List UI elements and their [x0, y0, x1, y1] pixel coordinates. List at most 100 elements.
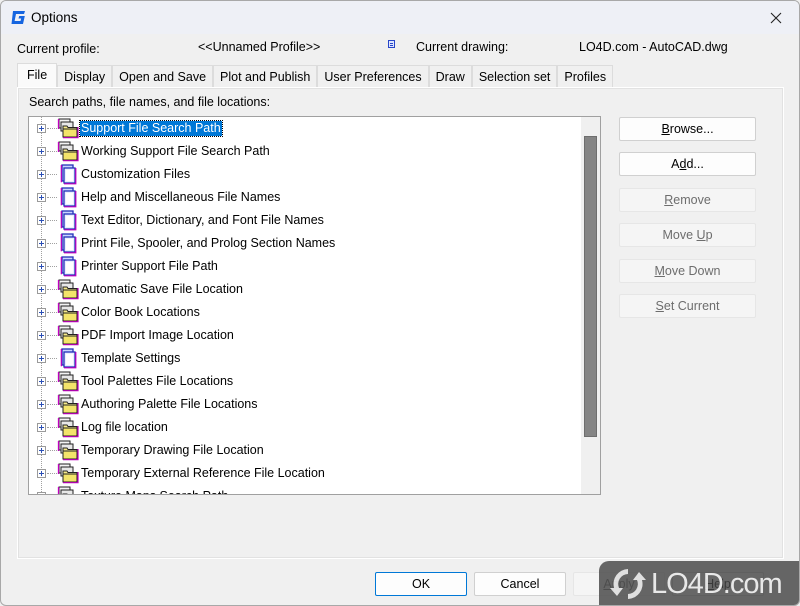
tree-item-label[interactable]: Customization Files: [80, 167, 191, 182]
lo4d-watermark: LO4D.com: [599, 561, 799, 605]
expand-plus-icon[interactable]: [37, 492, 46, 494]
tree-item[interactable]: Text Editor, Dictionary, and Font File N…: [29, 209, 579, 232]
tab-draw[interactable]: Draw: [428, 65, 472, 87]
tree-item[interactable]: Customization Files: [29, 163, 579, 186]
expand-plus-icon[interactable]: [37, 469, 46, 478]
tab-strip: File Display Open and Save Plot and Publ…: [17, 63, 614, 87]
browse-button[interactable]: Browse...: [619, 117, 756, 141]
folder-stack-icon: [57, 394, 79, 415]
tree-item-label[interactable]: Texture Maps Search Path: [80, 489, 229, 494]
scrollbar-thumb[interactable]: [584, 136, 597, 437]
tree-vertical-scrollbar[interactable]: [581, 117, 600, 494]
expand-plus-icon[interactable]: [37, 285, 46, 294]
tree-item-label[interactable]: Color Book Locations: [80, 305, 201, 320]
tree-item[interactable]: Help and Miscellaneous File Names: [29, 186, 579, 209]
tree-item[interactable]: Automatic Save File Location: [29, 278, 579, 301]
tab-plot-and-publish[interactable]: Plot and Publish: [213, 65, 318, 87]
tree-connector: [47, 335, 57, 336]
tree-item[interactable]: Log file location: [29, 416, 579, 439]
drawing-file-icon: [388, 40, 395, 48]
folder-stack-icon: [57, 371, 79, 392]
tab-display[interactable]: Display: [57, 65, 113, 87]
expand-plus-icon[interactable]: [37, 400, 46, 409]
tree-connector: [47, 381, 57, 382]
tab-open-and-save[interactable]: Open and Save: [112, 65, 214, 87]
file-stack-icon: [57, 164, 79, 185]
expand-plus-icon[interactable]: [37, 446, 46, 455]
tree-item[interactable]: Printer Support File Path: [29, 255, 579, 278]
tree-item-label[interactable]: Support File Search Path: [79, 120, 223, 137]
expand-plus-icon[interactable]: [37, 423, 46, 432]
tree-item-label[interactable]: Log file location: [80, 420, 169, 435]
expand-plus-icon[interactable]: [37, 193, 46, 202]
tree-item[interactable]: Template Settings: [29, 347, 579, 370]
tree-item[interactable]: Color Book Locations: [29, 301, 579, 324]
set-current-button[interactable]: Set Current: [619, 294, 756, 318]
expand-plus-icon[interactable]: [37, 331, 46, 340]
profile-info-row: Current profile: <<Unnamed Profile>> Cur…: [1, 40, 799, 56]
tab-user-preferences[interactable]: User Preferences: [317, 65, 429, 87]
tree-item-label[interactable]: Temporary Drawing File Location: [80, 443, 265, 458]
tree-item[interactable]: Texture Maps Search Path: [29, 485, 579, 494]
expand-plus-icon[interactable]: [37, 262, 46, 271]
tree-item-label[interactable]: Print File, Spooler, and Prolog Section …: [80, 236, 336, 251]
tree-item-label[interactable]: Temporary External Reference File Locati…: [80, 466, 326, 481]
tree-item[interactable]: Working Support File Search Path: [29, 140, 579, 163]
tree-connector: [47, 128, 57, 129]
tree-item-label[interactable]: Automatic Save File Location: [80, 282, 244, 297]
folder-stack-icon: [57, 141, 79, 162]
tree-item[interactable]: Tool Palettes File Locations: [29, 370, 579, 393]
tree-item-label[interactable]: Printer Support File Path: [80, 259, 219, 274]
expand-plus-icon[interactable]: [37, 170, 46, 179]
expand-plus-icon[interactable]: [37, 354, 46, 363]
tree-item-label[interactable]: Tool Palettes File Locations: [80, 374, 234, 389]
tree-item[interactable]: PDF Import Image Location: [29, 324, 579, 347]
expand-plus-icon[interactable]: [37, 377, 46, 386]
tab-selection-set[interactable]: Selection set: [471, 65, 558, 87]
tree-item-label[interactable]: Text Editor, Dictionary, and Font File N…: [80, 213, 325, 228]
expand-plus-icon[interactable]: [37, 147, 46, 156]
expand-plus-icon[interactable]: [37, 216, 46, 225]
expand-plus-icon[interactable]: [37, 124, 46, 133]
title-bar: Options: [1, 1, 799, 34]
tab-profiles[interactable]: Profiles: [557, 65, 614, 87]
folder-stack-icon: [57, 279, 79, 300]
current-profile-value: <<Unnamed Profile>>: [198, 40, 321, 54]
tree-connector: [47, 197, 57, 198]
tree-connector: [47, 358, 57, 359]
search-paths-tree[interactable]: Support File Search Path Working Support …: [28, 116, 601, 495]
tree-connector: [47, 174, 57, 175]
remove-button[interactable]: Remove: [619, 188, 756, 212]
tree-item-label[interactable]: Working Support File Search Path: [80, 144, 271, 159]
tree-connector: [47, 289, 57, 290]
ok-button[interactable]: OK: [375, 572, 467, 596]
move-up-button[interactable]: Move Up: [619, 223, 756, 247]
watermark-text: LO4D.com: [651, 568, 783, 600]
tree-item[interactable]: Print File, Spooler, and Prolog Section …: [29, 232, 579, 255]
expand-plus-icon[interactable]: [37, 239, 46, 248]
file-stack-icon: [57, 233, 79, 254]
cancel-button[interactable]: Cancel: [474, 572, 566, 596]
move-down-button[interactable]: Move Down: [619, 259, 756, 283]
tree-item[interactable]: Authoring Palette File Locations: [29, 393, 579, 416]
search-paths-label: Search paths, file names, and file locat…: [29, 95, 271, 109]
tree-item[interactable]: Temporary External Reference File Locati…: [29, 462, 579, 485]
tree-connector: [47, 450, 57, 451]
tree-item-label[interactable]: Template Settings: [80, 351, 181, 366]
tree-connector: [47, 404, 57, 405]
tab-file[interactable]: File: [17, 63, 58, 87]
tree-connector: [47, 266, 57, 267]
lo4d-logo-icon: [610, 569, 646, 599]
tree-item[interactable]: Temporary Drawing File Location: [29, 439, 579, 462]
tree-item-label[interactable]: Authoring Palette File Locations: [80, 397, 259, 412]
add-button[interactable]: Add...: [619, 152, 756, 176]
window-title: Options: [31, 10, 78, 25]
expand-plus-icon[interactable]: [37, 308, 46, 317]
options-dialog: Options Current profile: <<Unnamed Profi…: [0, 0, 800, 606]
current-profile-label: Current profile:: [17, 42, 100, 56]
tree-item-label[interactable]: PDF Import Image Location: [80, 328, 235, 343]
close-icon: [770, 12, 782, 23]
tree-item-label[interactable]: Help and Miscellaneous File Names: [80, 190, 281, 205]
tree-item[interactable]: Support File Search Path: [29, 117, 579, 140]
close-button[interactable]: [753, 1, 799, 34]
